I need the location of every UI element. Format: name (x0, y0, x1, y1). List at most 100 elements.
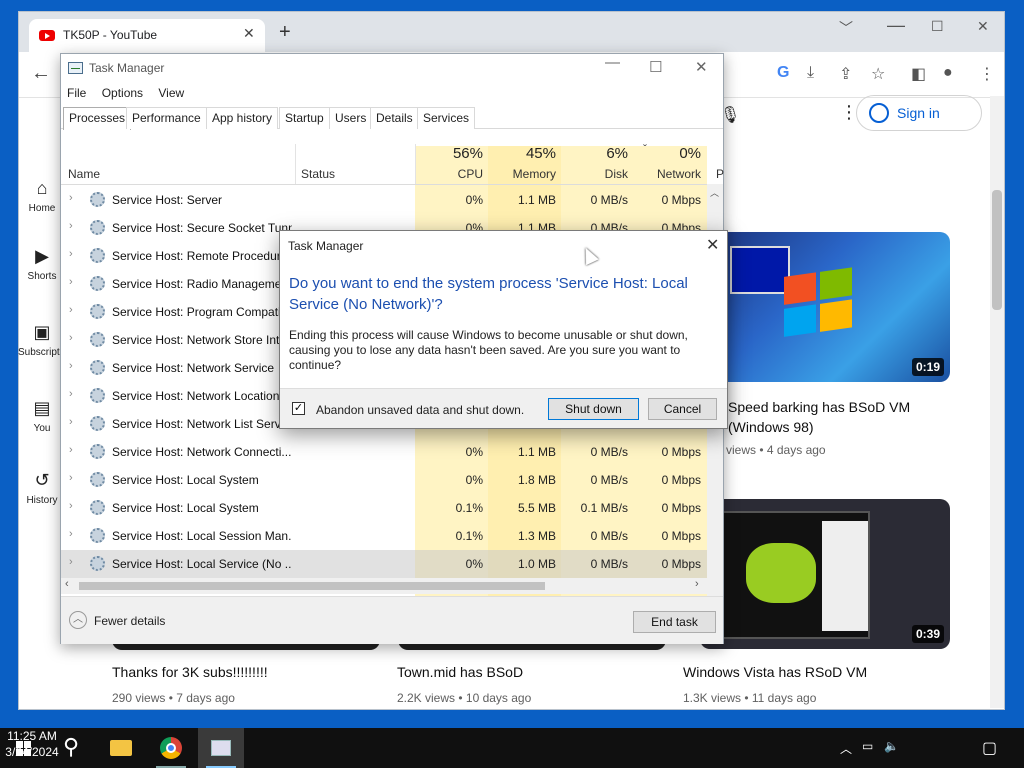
tab-performance[interactable]: Performance (126, 107, 207, 129)
close-window-icon[interactable]: ✕ (977, 18, 989, 35)
install-icon[interactable]: ⤓ (807, 64, 814, 82)
google-icon[interactable]: G (777, 64, 789, 82)
scroll-up-icon[interactable]: ︿ (710, 186, 719, 199)
process-row[interactable]: › Service Host: Local Session Man... 0.1% 1… (61, 522, 707, 550)
start-button[interactable] (0, 728, 46, 768)
chrome-icon[interactable] (148, 728, 194, 768)
video-title[interactable]: Speed barking has BSoD VM (Windows 98) (728, 397, 968, 437)
profile-icon[interactable]: ● (943, 64, 953, 82)
video-duration: 0:39 (911, 625, 944, 643)
expand-chevron-icon[interactable]: › (69, 472, 73, 484)
back-arrow-icon[interactable]: ← (31, 62, 51, 85)
process-row[interactable]: › Service Host: Local Service (No ... 0% 1.… (61, 550, 707, 578)
process-cpu: 0.1% (455, 501, 483, 515)
expand-chevron-icon[interactable]: › (69, 192, 73, 204)
process-row[interactable]: › Service Host: Network Connecti... 0% 1.1 … (61, 438, 707, 466)
shut-down-button[interactable]: Shut down (548, 398, 639, 420)
share-icon[interactable]: ⇪ (839, 64, 852, 84)
expand-chevron-icon[interactable]: › (69, 444, 73, 456)
scroll-right-icon[interactable]: › (695, 578, 699, 590)
end-task-button[interactable]: End task (633, 611, 716, 633)
tab-app-history[interactable]: App history (206, 107, 279, 129)
tab-users[interactable]: Users (329, 107, 373, 129)
video-title[interactable]: Thanks for 3K subs!!!!!!!!! (112, 664, 268, 680)
cancel-button[interactable]: Cancel (648, 398, 717, 420)
column-network[interactable]: Network (634, 167, 701, 181)
history-icon: ↺ (34, 470, 50, 490)
close-icon[interactable]: ✕ (706, 235, 719, 255)
browser-tab[interactable]: TK50P - YouTube ✕ (29, 19, 265, 52)
process-row[interactable]: › Service Host: Local System 0.1% 5.5 MB 0.1… (61, 494, 707, 522)
tab-processes[interactable]: Processes (63, 107, 132, 130)
task-manager-taskbar-icon[interactable] (198, 728, 244, 768)
process-row[interactable]: › Service Host: Server 0% 1.1 MB 0 MB/s 0 Mbp… (61, 186, 707, 214)
video-title[interactable]: Windows Vista has RSoD VM (683, 664, 867, 680)
video-duration: 0:19 (911, 358, 944, 376)
expand-chevron-icon[interactable]: › (69, 360, 73, 372)
end-process-dialog: Task Manager ✕ Do you want to end the sy… (279, 230, 728, 429)
tab-services[interactable]: Services (417, 107, 476, 129)
horizontal-scroll-thumb[interactable] (79, 582, 545, 590)
tab-startup[interactable]: Startup (279, 107, 330, 129)
expand-chevron-icon[interactable]: › (69, 500, 73, 512)
column-cpu[interactable]: CPU (415, 167, 483, 181)
collapse-chevron-icon[interactable]: ︿ (69, 611, 87, 629)
checkbox-label[interactable]: Abandon unsaved data and shut down. (316, 403, 524, 417)
tab-close-icon[interactable]: ✕ (243, 25, 255, 42)
column-power[interactable]: P (716, 167, 724, 181)
video-thumbnail-1[interactable]: 0:19 (700, 232, 950, 382)
file-explorer-icon[interactable] (98, 728, 144, 768)
page-scrollbar[interactable] (990, 96, 1004, 708)
search-icon[interactable]: ⚲ (48, 728, 94, 768)
tray-chevron-icon[interactable]: ︿ (840, 740, 852, 757)
expand-chevron-icon[interactable]: › (69, 416, 73, 428)
expand-chevron-icon[interactable]: › (69, 304, 73, 316)
close-icon[interactable]: ✕ (695, 58, 708, 76)
process-row[interactable]: › Service Host: Local System 0% 1.8 MB 0 MB/… (61, 466, 707, 494)
volume-muted-icon[interactable]: 🔈 (884, 739, 899, 753)
process-disk: 0 MB/s (590, 529, 628, 543)
tab-details[interactable]: Details (370, 107, 419, 129)
maximize-icon[interactable]: ☐ (649, 58, 662, 76)
menu-view[interactable]: View (158, 86, 184, 100)
column-name[interactable]: Name (68, 167, 100, 181)
minimize-icon[interactable]: — (605, 54, 620, 71)
bookmark-star-icon[interactable]: ☆ (871, 64, 885, 84)
video-thumbnail-2[interactable]: 0:39 (700, 499, 950, 649)
column-status[interactable]: Status (301, 167, 335, 181)
sign-in-button[interactable]: Sign in (856, 95, 982, 131)
scroll-left-icon[interactable]: ‹ (65, 578, 69, 590)
video-title[interactable]: Town.mid has BSoD (397, 664, 523, 680)
maximize-icon[interactable]: ☐ (931, 18, 944, 35)
sidebar-item-home[interactable]: ⌂ Home (18, 178, 66, 214)
horizontal-scrollbar[interactable]: ‹ › (61, 578, 707, 594)
abandon-checkbox[interactable]: ✓ (292, 402, 305, 415)
tab-search-icon[interactable]: ﹀ (839, 18, 853, 38)
sidebar-item-history[interactable]: ↺ History (18, 470, 66, 506)
minimize-icon[interactable]: — (887, 15, 905, 36)
expand-chevron-icon[interactable]: › (69, 388, 73, 400)
sidebar-item-shorts[interactable]: ▶ Shorts (18, 246, 66, 282)
process-memory: 1.1 MB (517, 193, 556, 207)
expand-chevron-icon[interactable]: › (69, 248, 73, 260)
network-icon[interactable]: ▭ (862, 739, 873, 753)
chrome-menu-icon[interactable]: ⋮ (979, 64, 995, 84)
expand-chevron-icon[interactable]: › (69, 332, 73, 344)
new-tab-button[interactable]: + (279, 21, 291, 44)
expand-chevron-icon[interactable]: › (69, 556, 73, 568)
page-scroll-thumb[interactable] (992, 190, 1002, 310)
column-memory[interactable]: Memory (488, 167, 556, 181)
sidebar-item-subscriptions[interactable]: ▣ Subscriptions (18, 322, 78, 358)
process-name: Service Host: Network Store Interface (112, 333, 292, 347)
menu-file[interactable]: File (67, 86, 86, 100)
fewer-details-link[interactable]: Fewer details (94, 614, 165, 628)
side-panel-icon[interactable]: ◧ (911, 64, 926, 84)
expand-chevron-icon[interactable]: › (69, 276, 73, 288)
menu-options[interactable]: Options (102, 86, 143, 100)
notification-icon[interactable]: ▢ (982, 738, 997, 758)
process-name: Service Host: Program Compatibility (112, 305, 292, 319)
sidebar-item-you[interactable]: ▤ You (18, 398, 66, 434)
column-disk[interactable]: Disk (561, 167, 628, 181)
expand-chevron-icon[interactable]: › (69, 528, 73, 540)
expand-chevron-icon[interactable]: › (69, 220, 73, 232)
